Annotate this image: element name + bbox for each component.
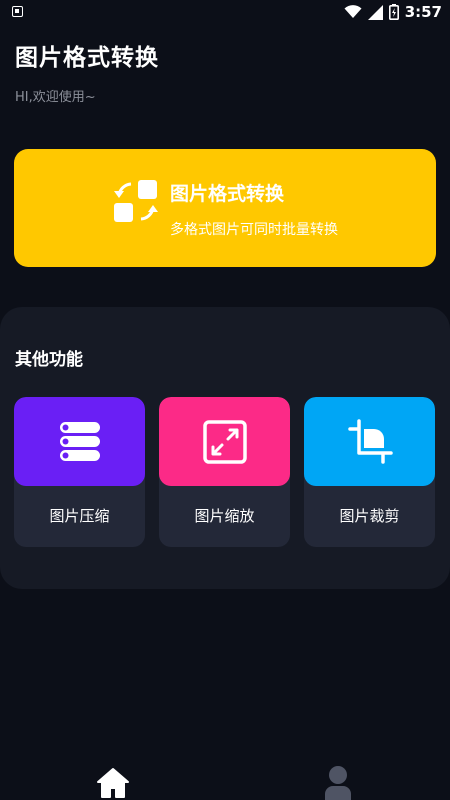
- compress-tile[interactable]: 图片压缩: [14, 397, 145, 547]
- wifi-icon: [344, 5, 362, 18]
- section-title: 其他功能: [15, 350, 83, 370]
- notification-icon: [12, 6, 23, 17]
- battery-icon: [388, 4, 399, 20]
- compress-tile-header: [14, 397, 145, 486]
- format-convert-card[interactable]: 图片格式转换 多格式图片可同时批量转换: [14, 149, 436, 267]
- other-functions-panel: 其他功能 图片压缩 图片缩放 图片裁剪: [0, 307, 450, 589]
- compress-label: 图片压缩: [49, 507, 110, 525]
- crop-icon: [347, 418, 393, 464]
- hero-title: 图片格式转换: [170, 183, 285, 205]
- status-bar: 3:57: [0, 0, 450, 24]
- resize-label: 图片缩放: [194, 507, 255, 525]
- signal-icon: [367, 4, 383, 20]
- compress-icon: [59, 421, 100, 461]
- resize-tile-header: [159, 397, 290, 486]
- crop-tile-header: [304, 397, 435, 486]
- app-screen: 3:57 图片格式转换 HI,欢迎使用~ 图片格式转换 多格式图片可同时批量转换…: [0, 0, 450, 800]
- status-icons: 3:57: [344, 2, 442, 22]
- status-time: 3:57: [404, 3, 442, 21]
- resize-icon: [202, 419, 247, 464]
- crop-tile[interactable]: 图片裁剪: [304, 397, 435, 547]
- format-convert-icon: [114, 180, 158, 222]
- page-title: 图片格式转换: [15, 45, 159, 71]
- resize-tile[interactable]: 图片缩放: [159, 397, 290, 547]
- profile-icon[interactable]: [322, 764, 354, 800]
- bottom-nav: [0, 752, 450, 800]
- home-icon[interactable]: [96, 766, 130, 800]
- welcome-text: HI,欢迎使用~: [15, 90, 96, 105]
- hero-subtitle: 多格式图片可同时批量转换: [170, 222, 338, 238]
- crop-label: 图片裁剪: [339, 507, 400, 525]
